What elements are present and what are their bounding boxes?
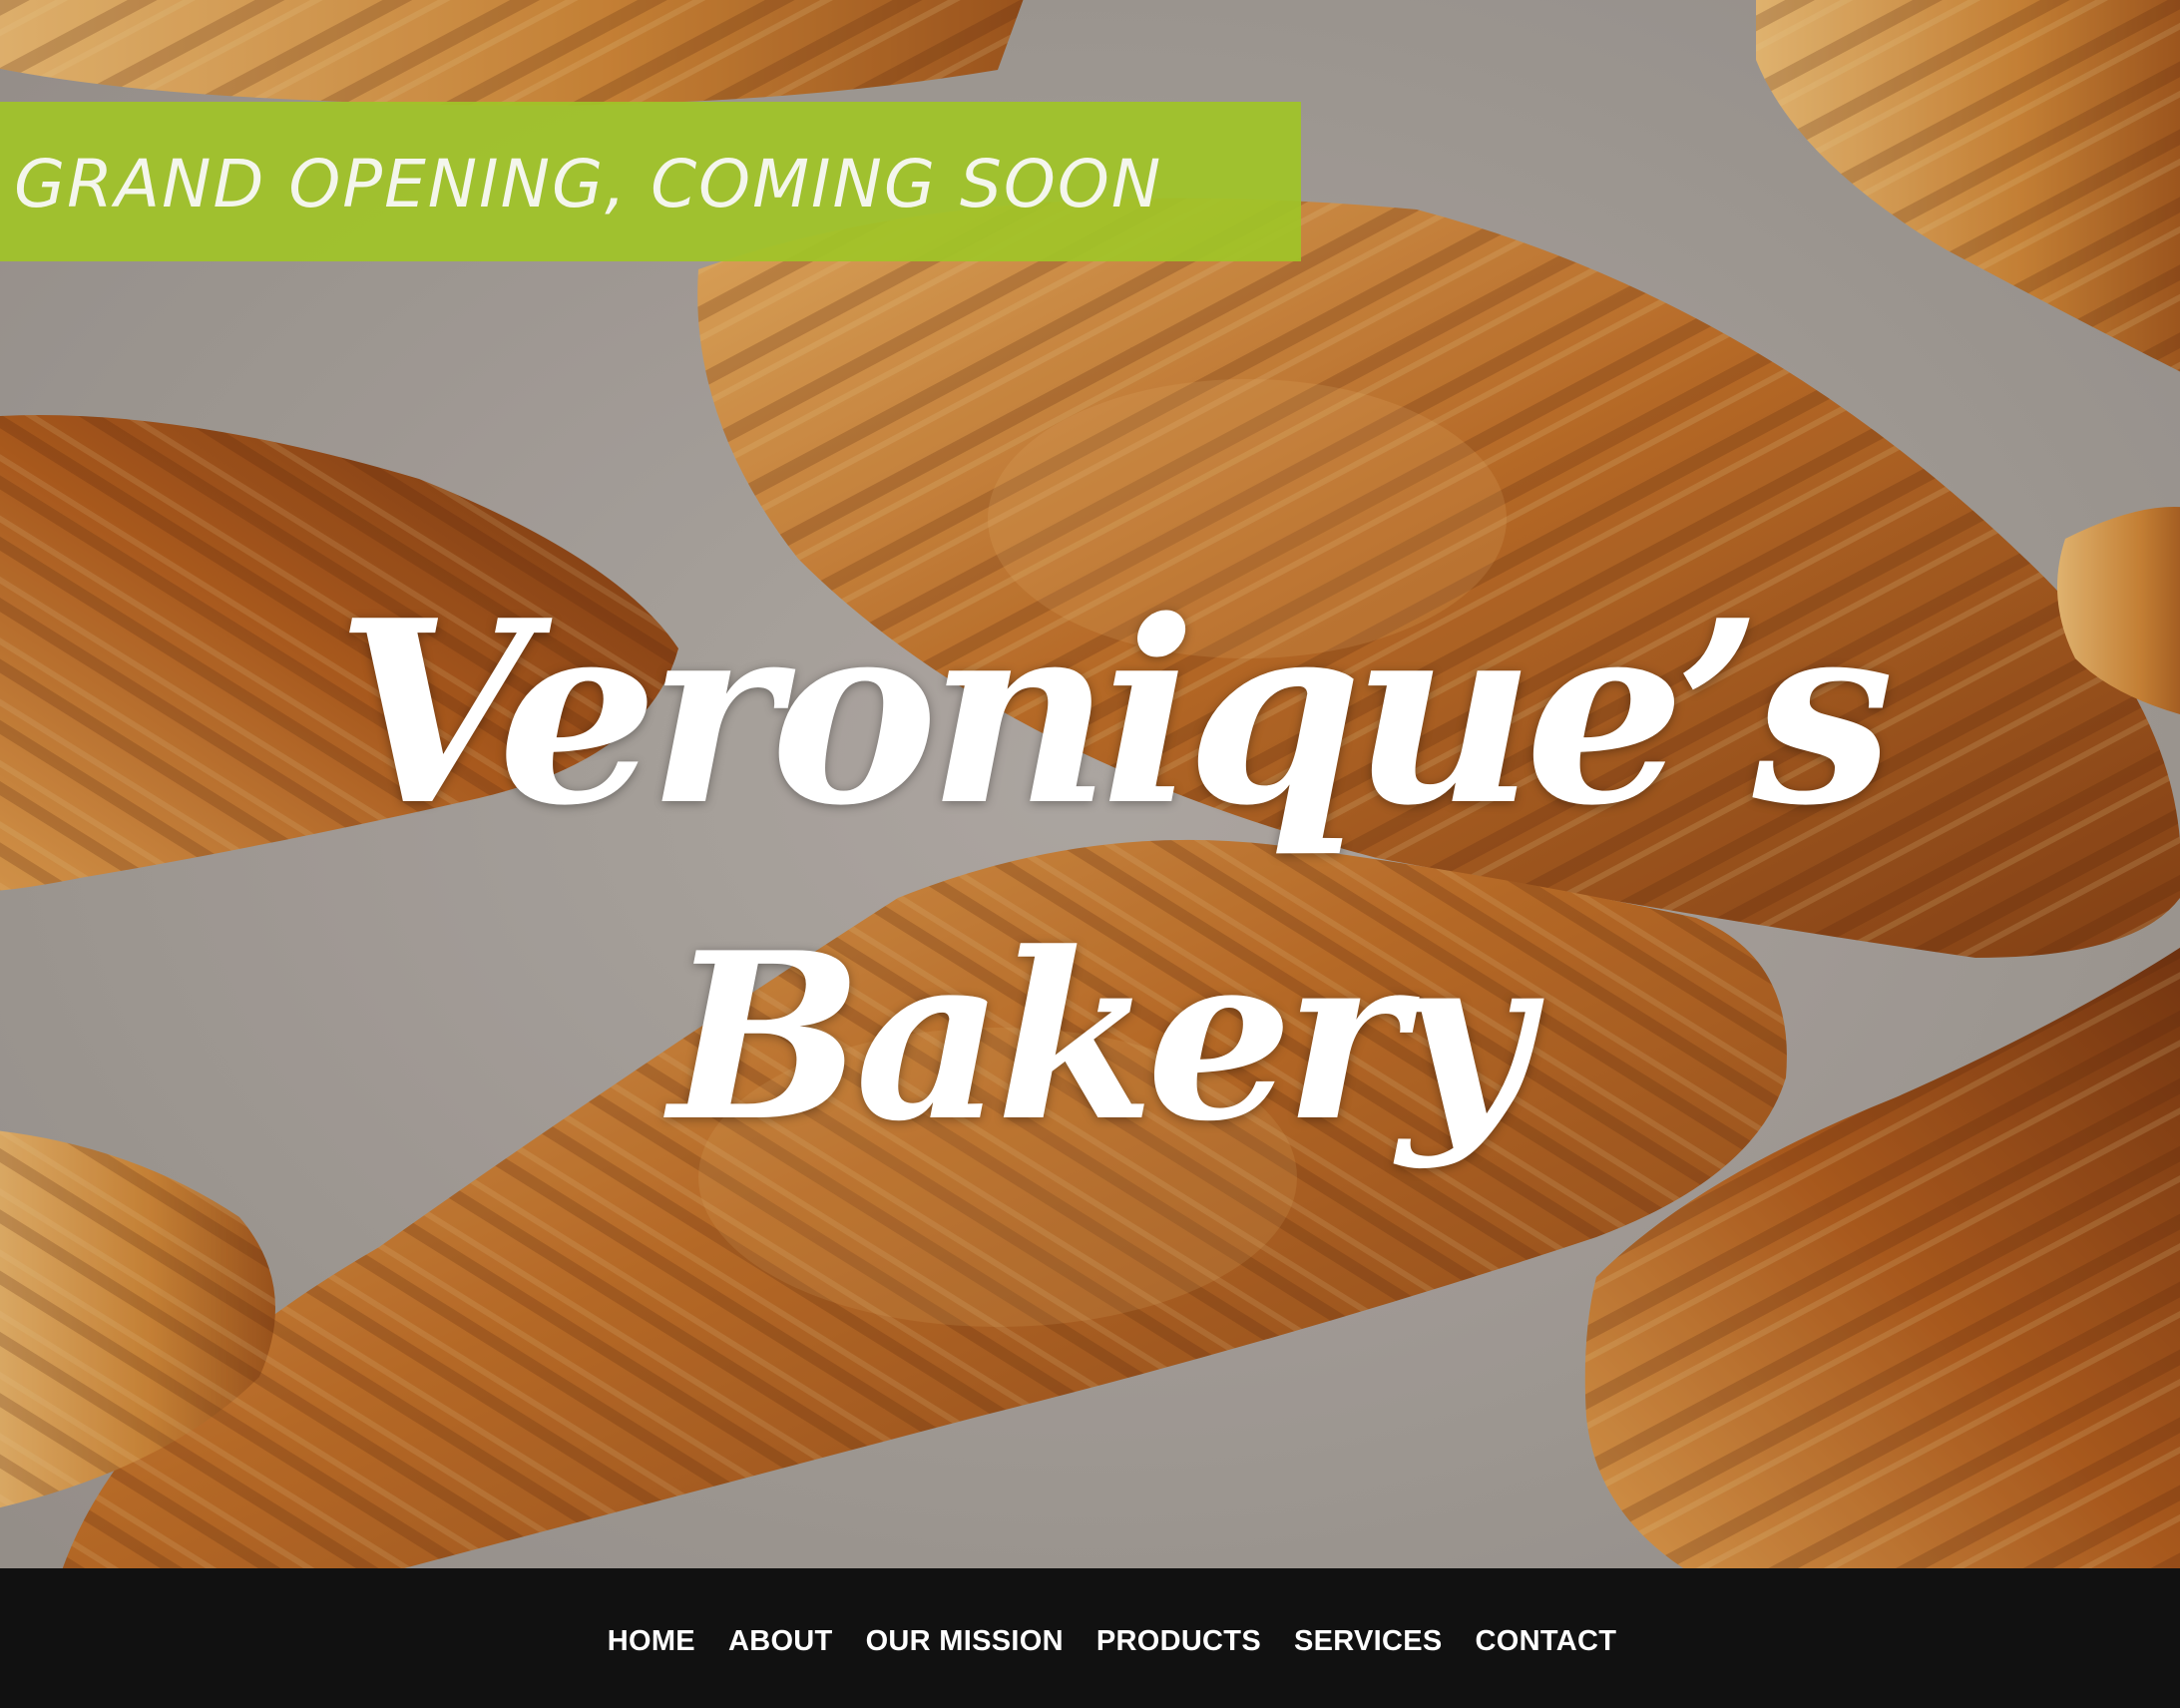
hero-section: GRAND OPENING, COMING SOON Veronique’s B… xyxy=(0,0,2180,1568)
grand-opening-banner: GRAND OPENING, COMING SOON xyxy=(0,102,1301,261)
nav-item-home[interactable]: HOME xyxy=(608,1625,695,1658)
nav-item-products[interactable]: PRODUCTS xyxy=(1096,1625,1261,1658)
nav-item-about[interactable]: ABOUT xyxy=(728,1625,833,1658)
nav-menu: HOME ABOUT OUR MISSION PRODUCTS SERVICES… xyxy=(564,1619,1616,1658)
banner-text: GRAND OPENING, COMING SOON xyxy=(14,145,1163,222)
nav-item-contact[interactable]: CONTACT xyxy=(1476,1625,1617,1658)
bakery-title-line1: Veronique’s xyxy=(335,566,1895,861)
bakery-title-line2: Bakery xyxy=(668,903,1531,1172)
page: GRAND OPENING, COMING SOON Veronique’s B… xyxy=(0,0,2180,1708)
nav-item-our-mission[interactable]: OUR MISSION xyxy=(866,1625,1064,1658)
main-navigation: HOME ABOUT OUR MISSION PRODUCTS SERVICES… xyxy=(0,1568,2180,1708)
nav-item-services[interactable]: SERVICES xyxy=(1294,1625,1443,1658)
